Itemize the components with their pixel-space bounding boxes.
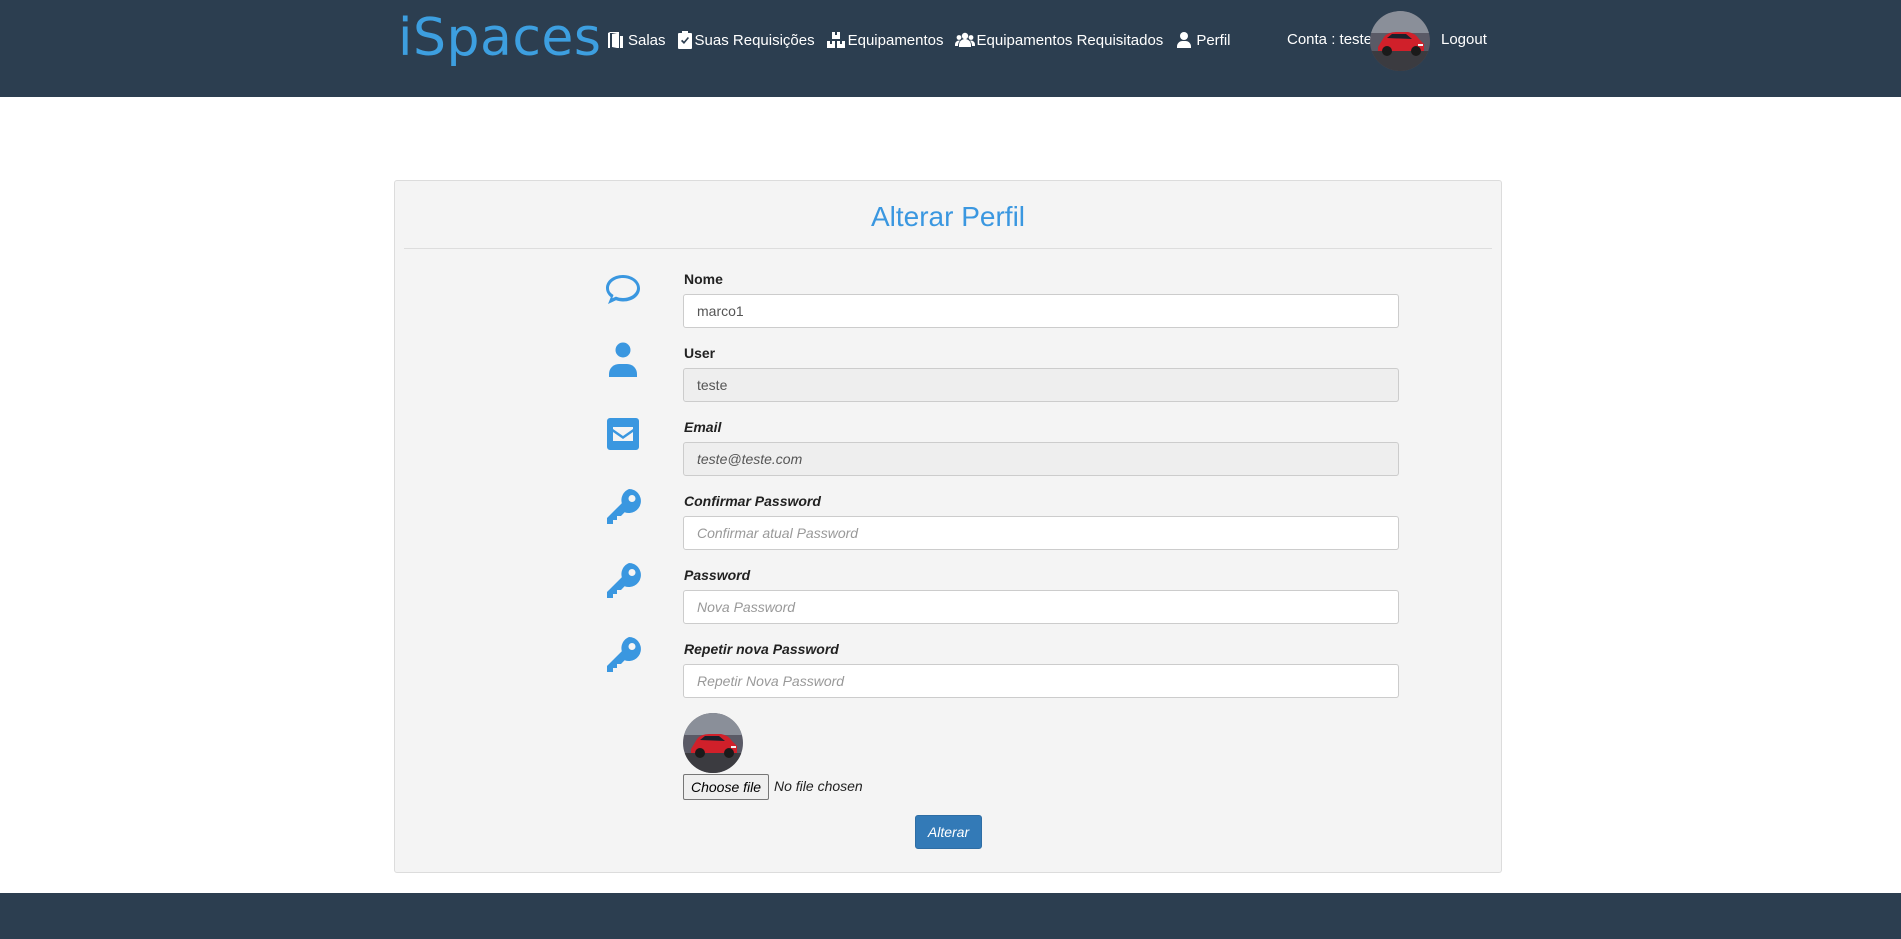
user-icon: [603, 339, 643, 379]
title-divider: [404, 248, 1492, 249]
nav-item-salas[interactable]: Salas: [606, 30, 666, 50]
boxes-icon: [826, 32, 845, 48]
password-label: Password: [684, 567, 751, 583]
main-nav: Salas Suas Requisições Equipamentos Equi…: [606, 30, 1242, 50]
nav-item-label: Suas Requisições: [694, 31, 815, 49]
alterar-button[interactable]: Alterar: [915, 815, 982, 849]
profile-panel: Alterar Perfil Nome User Email Confirmar…: [394, 180, 1502, 873]
choose-file-button[interactable]: Choose file: [683, 774, 770, 800]
nav-item-perfil[interactable]: Perfil: [1174, 30, 1231, 50]
brand-logo[interactable]: iSpaces: [398, 5, 602, 71]
nav-item-equipamentos-requisitados[interactable]: Equipamentos Requisitados: [954, 30, 1164, 50]
nav-item-label: Equipamentos Requisitados: [976, 31, 1164, 49]
nav-item-label: Perfil: [1196, 31, 1231, 49]
key-icon: [603, 487, 643, 527]
file-status: No file chosen: [774, 778, 863, 794]
avatar[interactable]: [1370, 11, 1430, 71]
confirm-password-label: Confirmar Password: [684, 493, 821, 509]
top-navbar: iSpaces Salas Suas Requisições Equipamen…: [0, 0, 1901, 97]
envelope-icon: [603, 414, 643, 454]
user-label: User: [684, 345, 716, 361]
user-input: [683, 368, 1399, 402]
password-input[interactable]: [683, 590, 1399, 624]
repeat-password-label: Repetir nova Password: [684, 641, 839, 657]
confirm-password-input[interactable]: [683, 516, 1399, 550]
page-title: Alterar Perfil: [870, 201, 1026, 232]
clipboard-check-icon: [677, 31, 692, 49]
nav-item-equipamentos[interactable]: Equipamentos: [826, 30, 944, 50]
key-icon: [603, 635, 643, 675]
logout-link[interactable]: Logout: [1441, 31, 1487, 48]
email-label: Email: [684, 419, 722, 435]
comment-icon: [603, 269, 643, 309]
nav-item-label: Salas: [628, 31, 666, 49]
repeat-password-input[interactable]: [683, 664, 1399, 698]
nome-label: Nome: [684, 271, 723, 287]
door-icon: [608, 32, 623, 48]
nome-input[interactable]: [683, 294, 1399, 328]
users-icon: [954, 32, 975, 47]
email-input: [683, 442, 1399, 476]
user-icon: [1177, 32, 1192, 48]
nav-item-label: Equipamentos: [847, 31, 944, 49]
nav-item-suas-requisicoes[interactable]: Suas Requisições: [677, 30, 815, 50]
avatar-preview: [683, 713, 743, 773]
footer: [0, 893, 1901, 939]
account-label: Conta : teste: [1287, 31, 1373, 48]
key-icon: [603, 561, 643, 601]
